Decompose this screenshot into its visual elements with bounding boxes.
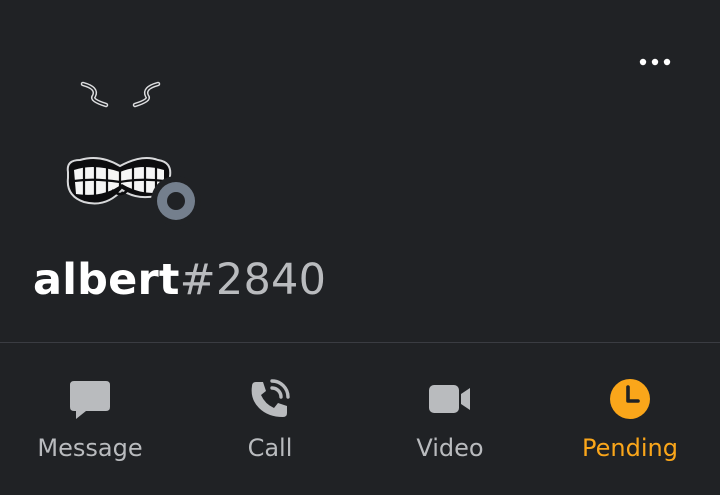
pending-label: Pending [582,434,678,462]
ellipsis-icon [639,58,671,66]
discriminator: #2840 [179,255,327,305]
message-label: Message [37,434,143,462]
user-profile-screen: albert#2840 Message Call Video Pending [0,0,720,495]
call-button[interactable]: Call [180,343,360,495]
video-camera-icon [429,385,470,413]
avatar[interactable] [54,66,204,226]
offline-status-icon [151,176,201,226]
message-button[interactable]: Message [0,343,180,495]
phone-call-icon [251,379,290,417]
action-bar: Message Call Video Pending [0,343,720,495]
more-options-button[interactable] [628,44,684,80]
username: albert [33,255,180,305]
user-tag: albert#2840 [33,252,326,308]
message-icon [70,381,110,419]
call-icon-wrap [248,377,292,421]
video-button[interactable]: Video [360,343,540,495]
video-icon-wrap [428,377,472,421]
pending-button[interactable]: Pending [540,343,720,495]
call-label: Call [247,434,293,462]
clock-icon [610,379,650,419]
message-icon-wrap [68,377,112,421]
pending-icon-wrap [608,377,652,421]
video-label: Video [416,434,484,462]
